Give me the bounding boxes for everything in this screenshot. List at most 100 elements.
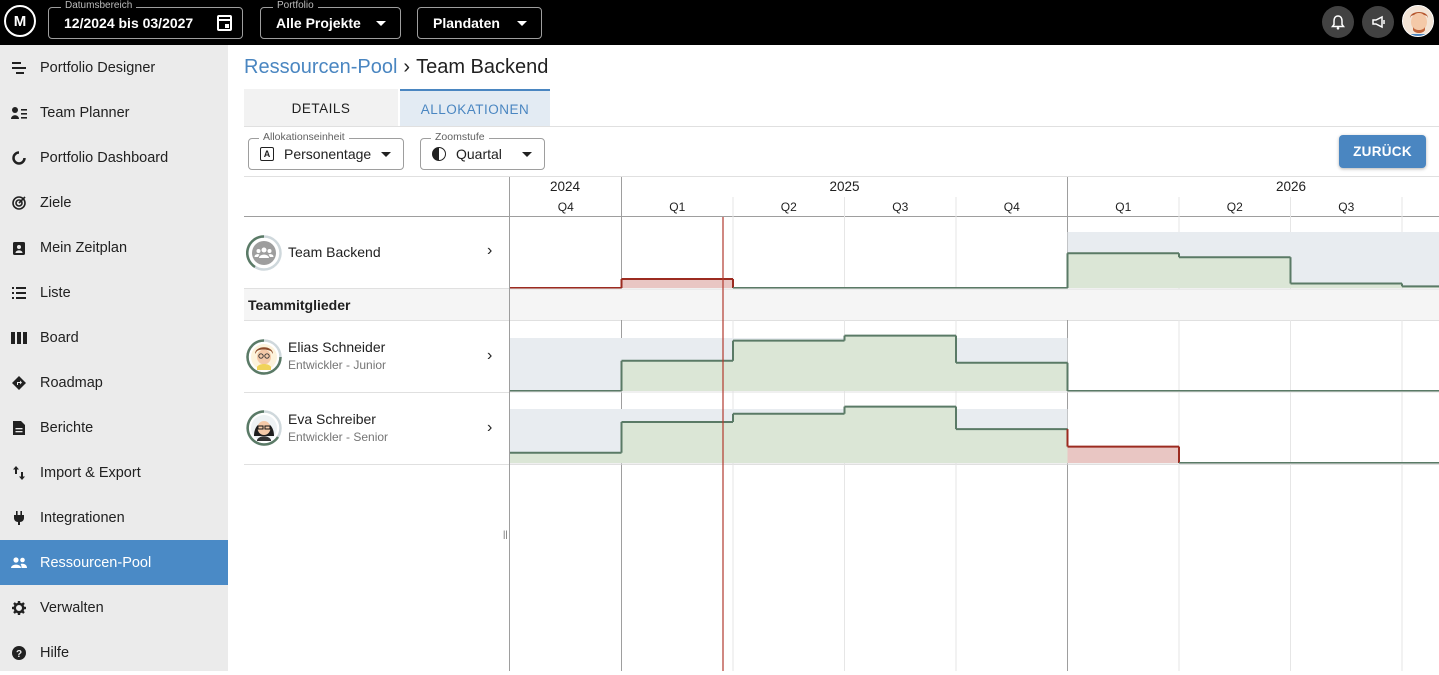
sidebar-item-label: Board (40, 329, 79, 346)
board-icon (11, 330, 27, 346)
sidebar-item-label: Roadmap (40, 374, 103, 391)
allocation-bar (621, 421, 733, 463)
sidebar-item-label: Ressourcen-Pool (40, 554, 152, 571)
member-avatar (246, 339, 282, 375)
tab-details[interactable]: DETAILS (244, 89, 398, 127)
capacity-band (1290, 232, 1402, 288)
sidebar-item-label: Hilfe (40, 644, 70, 661)
portfolio-value: Alle Projekte (276, 15, 361, 31)
sidebar-item-portfolio-designer[interactable]: Portfolio Designer (0, 45, 228, 90)
zoom-label: Zoomstufe (431, 131, 489, 143)
sidebar-item-import-export[interactable]: Import & Export (0, 450, 228, 495)
chevron-right-icon[interactable]: › (487, 242, 492, 260)
breadcrumb-separator: › (403, 56, 411, 78)
sidebar-item-integrationen[interactable]: Integrationen (0, 495, 228, 540)
capacity-band (510, 338, 622, 391)
allocation-bar (621, 360, 733, 391)
allocation-unit-select[interactable]: Allokationseinheit A Personentage (248, 131, 404, 170)
team-planner-icon (11, 105, 27, 121)
member-name: Eva Schreiber (288, 411, 376, 427)
member-name: Elias Schneider (288, 339, 386, 355)
chevron-down-icon (522, 152, 532, 157)
plug-icon (11, 510, 27, 526)
sidebar-item-label: Berichte (40, 419, 94, 436)
breadcrumb-parent-link[interactable]: Ressourcen-Pool (244, 56, 397, 78)
section-band (510, 289, 1439, 320)
portfolio-designer-icon (11, 60, 27, 76)
sidebar: Portfolio Designer Team Planner Portfoli… (0, 45, 228, 671)
chevron-right-icon[interactable]: › (487, 347, 492, 365)
megaphone-icon[interactable] (1362, 6, 1394, 38)
page-title: Team Backend (416, 56, 549, 78)
member-row[interactable]: Elias Schneider Entwickler - Junior › (244, 321, 509, 393)
sidebar-item-label: Portfolio Designer (40, 59, 156, 76)
allocation-bar (956, 362, 1068, 391)
sidebar-item-label: Team Planner (40, 104, 130, 121)
gear-icon (11, 600, 27, 616)
zoom-icon (432, 147, 446, 161)
allocation-bar (1067, 253, 1179, 288)
date-range-value: 12/2024 bis 03/2027 (64, 15, 194, 31)
people-icon (11, 555, 27, 571)
calendar-icon[interactable] (217, 15, 232, 31)
sidebar-item-label: Ziele (40, 194, 72, 211)
zoom-select[interactable]: Zoomstufe Quartal (420, 131, 545, 170)
sidebar-item-portfolio-dashboard[interactable]: Portfolio Dashboard (0, 135, 228, 180)
allocation-bar (844, 406, 956, 463)
year-label: 2026 (1276, 179, 1306, 194)
sidebar-item-team-planner[interactable]: Team Planner (0, 90, 228, 135)
chevron-right-icon[interactable]: › (487, 419, 492, 437)
row-divider (244, 288, 510, 289)
portfolio-select[interactable]: Portfolio Alle Projekte (260, 0, 401, 39)
data-source-value: Plandaten (433, 15, 500, 31)
roadmap-icon (11, 375, 27, 391)
sidebar-item-ziele[interactable]: Ziele (0, 180, 228, 225)
team-name: Team Backend (288, 244, 381, 260)
report-icon (11, 420, 27, 436)
app-logo[interactable]: M (4, 5, 36, 37)
sidebar-item-label: Verwalten (40, 599, 104, 616)
sidebar-item-hilfe[interactable]: ? Hilfe (0, 630, 228, 675)
allocation-bar (1179, 257, 1291, 288)
sidebar-item-board[interactable]: Board (0, 315, 228, 360)
quarter-label: Q4 (558, 200, 574, 214)
sidebar-item-berichte[interactable]: Berichte (0, 405, 228, 450)
quarter-label: Q2 (1227, 200, 1243, 214)
list-icon (11, 285, 27, 301)
sidebar-item-mein-zeitplan[interactable]: Mein Zeitplan (0, 225, 228, 270)
back-button[interactable]: ZURÜCK (1339, 135, 1426, 168)
tab-divider (244, 126, 1439, 127)
sidebar-item-label: Mein Zeitplan (40, 239, 128, 256)
team-row[interactable]: Team Backend › (244, 217, 509, 289)
allocation-timeline-chart: 2024 2025 2026 Q4 Q1 Q2 Q3 Q4 Q1 Q2 Q3 (510, 177, 1439, 671)
allocation-bar (844, 335, 956, 391)
sidebar-item-liste[interactable]: Liste (0, 270, 228, 315)
bell-icon[interactable] (1322, 6, 1354, 38)
capacity-band (1402, 232, 1439, 288)
tab-allokationen[interactable]: ALLOKATIONEN (400, 89, 550, 127)
member-role: Entwickler - Junior (288, 358, 387, 372)
member-row[interactable]: Eva Schreiber Entwickler - Senior › (244, 393, 509, 465)
allocation-bar (733, 340, 845, 391)
data-source-select[interactable]: Plandaten (417, 7, 542, 39)
chevron-down-icon (381, 152, 391, 157)
allocation-unit-value: Personentage (284, 146, 372, 162)
dashboard-icon (11, 150, 27, 166)
user-avatar[interactable] (1402, 5, 1434, 37)
overallocation-bar (621, 279, 733, 288)
year-label: 2024 (550, 179, 581, 194)
sidebar-item-ressourcen-pool[interactable]: Ressourcen-Pool (0, 540, 228, 585)
sidebar-item-label: Liste (40, 284, 71, 301)
breadcrumb: Ressourcen-Pool › Team Backend (244, 56, 548, 79)
goals-icon (11, 195, 27, 211)
allocation-bar (510, 452, 622, 463)
date-range-field[interactable]: Datumsbereich 12/2024 bis 03/2027 (48, 0, 243, 39)
sidebar-item-verwalten[interactable]: Verwalten (0, 585, 228, 630)
overallocation-bar (1067, 446, 1179, 463)
drag-handle-icon[interactable]: || (503, 529, 508, 539)
sidebar-item-roadmap[interactable]: Roadmap (0, 360, 228, 405)
svg-text:?: ? (16, 649, 22, 660)
quarter-label: Q3 (1338, 200, 1354, 214)
year-label: 2025 (829, 179, 859, 194)
quarter-label: Q2 (781, 200, 797, 214)
